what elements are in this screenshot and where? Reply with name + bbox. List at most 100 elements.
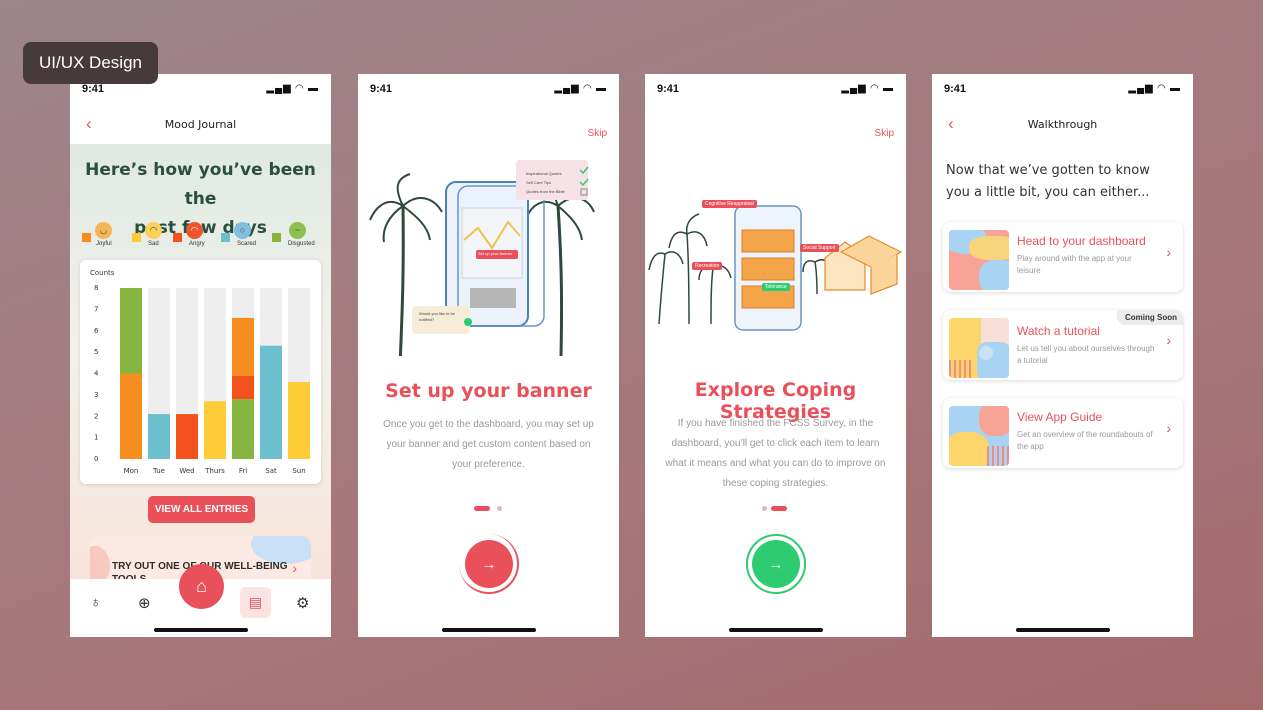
dashboard-option-card[interactable]: Head to your dashboard Play around with … [943, 222, 1183, 292]
status-time: 9:41 [944, 83, 967, 95]
settings-icon[interactable]: ⚙ [296, 594, 309, 612]
x-tick-label: Sun [292, 467, 305, 475]
signal-wifi-battery-icon: ▂▄▆ ◠ ▬ [554, 83, 607, 94]
x-tick-label: Mon [124, 467, 139, 475]
skip-link[interactable]: Skip [588, 128, 607, 139]
home-icon: ⌂ [196, 576, 207, 596]
x-tick-label: Thurs [204, 467, 225, 475]
signal-wifi-battery-icon: ▂▄▆ ◠ ▬ [841, 83, 894, 94]
home-button[interactable]: ⌂ [179, 564, 224, 609]
y-tick-label: 0 [94, 455, 98, 463]
mood-chart-card: Counts 0 1 2 3 4 5 6 7 8 Mon Tue Wed Thurs Fri Sat Sun [80, 260, 321, 484]
status-bar: 9:41 ▂▄▆ ◠ ▬ [358, 74, 619, 104]
bar-segment-angry [232, 375, 254, 400]
y-tick-label: 3 [94, 391, 98, 399]
coming-soon-badge: Coming Soon [1117, 310, 1183, 325]
bar-segment-joyful [232, 317, 254, 376]
scared-swatch [221, 233, 230, 242]
walkthrough-intro: Now that we’ve gotten to know you a litt… [946, 163, 1150, 200]
sad-face-icon: ◠ [145, 222, 162, 239]
disgusted-swatch [272, 233, 281, 242]
coping-onboarding-screen: 9:41 ▂▄▆ ◠ ▬ Skip Cognitive Reappraisal … [645, 74, 906, 637]
arrow-right-icon: → [481, 555, 497, 573]
joyful-face-icon: ◡ [95, 222, 112, 239]
bar-segment-disgusted [232, 399, 254, 459]
chevron-right-icon: › [1166, 420, 1171, 436]
illus-tag: Cognitive Reappraisal [702, 200, 757, 208]
bottom-tab-bar: ♁ ⊕ ⌂ ▤ ⚙ [70, 564, 331, 637]
tutorial-option-card[interactable]: Coming Soon Watch a tutorial Let us tell… [943, 310, 1183, 380]
walkthrough-screen: 9:41 ▂▄▆ ◠ ▬ ‹ Walkthrough Now that we’v… [932, 74, 1193, 637]
arrow-right-icon: → [768, 555, 784, 573]
option-title: Head to your dashboard [1017, 234, 1146, 248]
page-indicator [358, 505, 619, 511]
bar-segment-sad [204, 401, 226, 459]
option-title: Watch a tutorial [1017, 324, 1100, 338]
design-tag: UI/UX Design [23, 42, 158, 84]
option-thumbnail [949, 230, 1009, 290]
gift-icon[interactable]: ⊕ [138, 594, 151, 612]
home-indicator [153, 628, 248, 632]
app-guide-option-card[interactable]: View App Guide Get an overview of the ro… [943, 398, 1183, 468]
home-indicator [1015, 628, 1110, 632]
award-icon[interactable]: ♁ [90, 594, 101, 611]
coping-illustration [648, 205, 903, 331]
illus-option: Quotes from the Bible [526, 189, 565, 194]
bar-segment-angry [176, 414, 198, 459]
status-bar: 9:41 ▂▄▆ ◠ ▬ [932, 74, 1193, 104]
journal-icon: ▤ [248, 594, 263, 610]
y-tick-label: 5 [94, 348, 98, 356]
bar-segment-scared [148, 414, 170, 459]
mood-journal-screen: 9:41 ▂▄▆ ◠ ▬ ‹ Mood Journal Here’s how y… [70, 74, 331, 637]
legend-label: Disgusted [288, 241, 315, 247]
y-tick-label: 8 [94, 284, 98, 292]
next-button[interactable]: → [465, 540, 513, 588]
page-dot [762, 506, 767, 511]
y-tick-label: 7 [94, 305, 98, 313]
heading-line-1: Here’s how you’ve been the [85, 160, 316, 209]
illus-chip: Set up your banner [478, 251, 513, 256]
onboarding-body: If you have finished the FCSS Survey, in… [665, 418, 886, 489]
illus-bubble: Would you like to be notified? [419, 311, 455, 322]
illus-option: Inspirational Quotes [526, 171, 562, 176]
chevron-right-icon: › [1166, 244, 1171, 260]
y-axis-label: Counts [90, 269, 115, 277]
illus-option: Self Care Tips [526, 180, 552, 185]
home-indicator [441, 628, 536, 632]
y-tick-label: 6 [94, 327, 99, 335]
illus-option-list: Inspirational Quotes Self Care Tips Quot… [526, 169, 565, 196]
skip-link[interactable]: Skip [875, 128, 894, 139]
journal-tab[interactable]: ▤ [240, 587, 271, 618]
bar-segment-sad [288, 382, 310, 459]
page-dot-active [474, 506, 490, 511]
page-title: Walkthrough [1027, 118, 1098, 131]
onboarding-body: Once you get to the dashboard, you may s… [383, 419, 594, 470]
mood-bar-chart: Counts 0 1 2 3 4 5 6 7 8 Mon Tue Wed Thurs Fri Sat Sun [90, 269, 310, 475]
legend-label: Sad [148, 241, 159, 247]
mood-legend: ◡ Joyful ◠ Sad ◠ Angry ○ Scared ~ Disgus… [82, 222, 322, 252]
banner-onboarding-screen: 9:41 ▂▄▆ ◠ ▬ Skip Inspirational Quotes S… [358, 74, 619, 637]
x-tick-label: Fri [239, 467, 247, 475]
illus-tag: Tolerance [762, 283, 790, 291]
chevron-right-icon: › [1166, 332, 1171, 348]
option-title: View App Guide [1017, 410, 1103, 424]
joyful-swatch [82, 233, 91, 242]
view-all-entries-button[interactable]: VIEW ALL ENTRIES [148, 496, 255, 523]
y-tick-label: 4 [94, 370, 99, 378]
scared-face-icon: ○ [234, 222, 251, 239]
y-tick-label: 1 [94, 434, 98, 442]
angry-swatch [173, 233, 182, 242]
next-button[interactable]: → [752, 540, 800, 588]
x-tick-label: Sat [265, 467, 277, 475]
option-thumbnail [949, 318, 1009, 378]
bar-segment-scared [260, 345, 282, 459]
signal-wifi-battery-icon: ▂▄▆ ◠ ▬ [1128, 83, 1181, 94]
angry-face-icon: ◠ [186, 222, 203, 239]
sad-swatch [132, 233, 141, 242]
x-tick-label: Wed [179, 467, 194, 475]
signal-wifi-battery-icon: ▂▄▆ ◠ ▬ [266, 83, 319, 94]
status-bar: 9:41 ▂▄▆ ◠ ▬ [645, 74, 906, 104]
banner-illustration [369, 160, 595, 356]
illus-tag: Social Support [800, 244, 839, 252]
page-dot-active [771, 506, 787, 511]
